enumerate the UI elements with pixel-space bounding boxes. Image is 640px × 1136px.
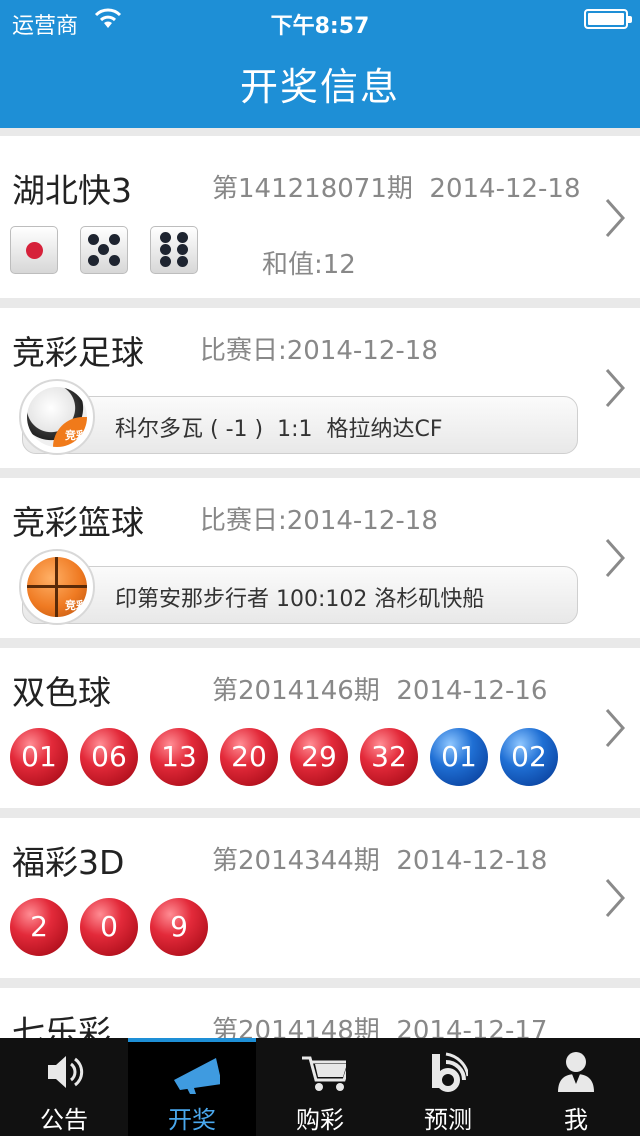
lottery-card-fc3d[interactable]: 福彩3D 第2014344期 2014-12-18 2 0 9 <box>0 818 640 978</box>
red-ball: 2 <box>10 898 68 956</box>
red-ball: 01 <box>10 728 68 786</box>
tab-label: 公告 <box>40 1106 88 1134</box>
blue-ball: 01 <box>430 728 488 786</box>
winning-numbers: 01 06 13 20 29 32 01 02 <box>10 728 570 788</box>
lottery-name: 竞彩篮球 <box>12 503 144 542</box>
die-face-6 <box>150 226 198 274</box>
chevron-right-icon[interactable] <box>604 538 626 578</box>
tab-label: 开奖 <box>168 1106 216 1134</box>
match-result-bar: 竞彩 印第安那步行者 100:102 洛杉矶快船 <box>19 549 578 625</box>
tab-me[interactable]: 我 <box>512 1038 640 1136</box>
tab-bar: 公告 开奖 购彩 预测 我 <box>0 1038 640 1136</box>
emblem-badge: 竞彩 <box>65 429 87 442</box>
lottery-card-qlc[interactable]: 七乐彩 第2014148期 2014-12-17 <box>0 988 640 1038</box>
match-day: 比赛日:2014-12-18 <box>200 506 438 536</box>
lottery-name: 七乐彩 <box>12 1013 111 1038</box>
chevron-right-icon[interactable] <box>604 368 626 408</box>
lottery-issue-date: 第2014146期 2014-12-16 <box>212 676 548 706</box>
match-score-text: 印第安那步行者 100:102 洛杉矶快船 <box>115 587 485 612</box>
red-ball: 29 <box>290 728 348 786</box>
blue-ball: 02 <box>500 728 558 786</box>
match-score-text: 科尔多瓦 ( -1 ) 1:1 格拉纳达CF <box>115 417 443 442</box>
lottery-name: 湖北快3 <box>12 171 132 210</box>
lottery-list[interactable]: 湖北快3 第141218071期 2014-12-18 和值:12 竞彩足球 比… <box>0 128 640 1038</box>
red-ball: 13 <box>150 728 208 786</box>
lottery-issue-date: 第2014344期 2014-12-18 <box>212 846 548 876</box>
megaphone-icon <box>174 1058 220 1094</box>
red-ball: 32 <box>360 728 418 786</box>
lottery-name: 双色球 <box>12 673 111 712</box>
status-time: 下午8:57 <box>270 14 370 39</box>
red-ball: 9 <box>150 898 208 956</box>
chevron-right-icon[interactable] <box>604 708 626 748</box>
red-ball: 0 <box>80 898 138 956</box>
app-header: 运营商 下午8:57 开奖信息 <box>0 0 640 128</box>
chevron-right-icon[interactable] <box>604 878 626 918</box>
lottery-issue-date: 第2014148期 2014-12-17 <box>212 1016 548 1038</box>
tab-label: 我 <box>564 1106 588 1134</box>
match-result-bar: 竞彩 科尔多瓦 ( -1 ) 1:1 格拉纳达CF <box>19 379 578 455</box>
football-emblem-icon: 竞彩 <box>19 379 95 455</box>
lottery-issue-date: 第141218071期 2014-12-18 <box>212 174 581 204</box>
die-face-5 <box>80 226 128 274</box>
battery-icon <box>584 9 632 29</box>
emblem-badge: 竞彩 <box>65 599 87 612</box>
status-bar: 运营商 下午8:57 <box>0 0 640 40</box>
chevron-right-icon[interactable] <box>604 198 626 238</box>
tab-announcements[interactable]: 公告 <box>0 1038 128 1136</box>
shopping-cart-icon <box>302 1056 346 1091</box>
lottery-card-football[interactable]: 竞彩足球 比赛日:2014-12-18 竞彩 科尔多瓦 ( -1 ) 1:1 格… <box>0 308 640 468</box>
page-title: 开奖信息 <box>239 65 400 109</box>
winning-numbers: 2 0 9 <box>10 898 230 958</box>
match-day: 比赛日:2014-12-18 <box>200 336 438 366</box>
lottery-card-hubei-k3[interactable]: 湖北快3 第141218071期 2014-12-18 和值:12 <box>0 136 640 298</box>
user-icon <box>558 1052 594 1092</box>
tab-label: 预测 <box>424 1106 472 1134</box>
tab-label: 购彩 <box>296 1106 344 1134</box>
lottery-card-basketball[interactable]: 竞彩篮球 比赛日:2014-12-18 竞彩 印第安那步行者 100:102 洛… <box>0 478 640 638</box>
die-face-1 <box>10 226 58 274</box>
stats-icon <box>432 1052 468 1092</box>
basketball-emblem-icon: 竞彩 <box>19 549 95 625</box>
tab-draw-results[interactable]: 开奖 <box>128 1038 256 1136</box>
lottery-card-ssq[interactable]: 双色球 第2014146期 2014-12-16 01 06 13 20 29 … <box>0 648 640 808</box>
lottery-name: 福彩3D <box>12 843 125 882</box>
red-ball: 06 <box>80 728 138 786</box>
speaker-icon <box>48 1056 84 1088</box>
tab-buy[interactable]: 购彩 <box>256 1038 384 1136</box>
lottery-name: 竞彩足球 <box>12 333 144 372</box>
red-ball: 20 <box>220 728 278 786</box>
sum-value: 和值:12 <box>262 250 356 280</box>
tab-predictions[interactable]: 预测 <box>384 1038 512 1136</box>
